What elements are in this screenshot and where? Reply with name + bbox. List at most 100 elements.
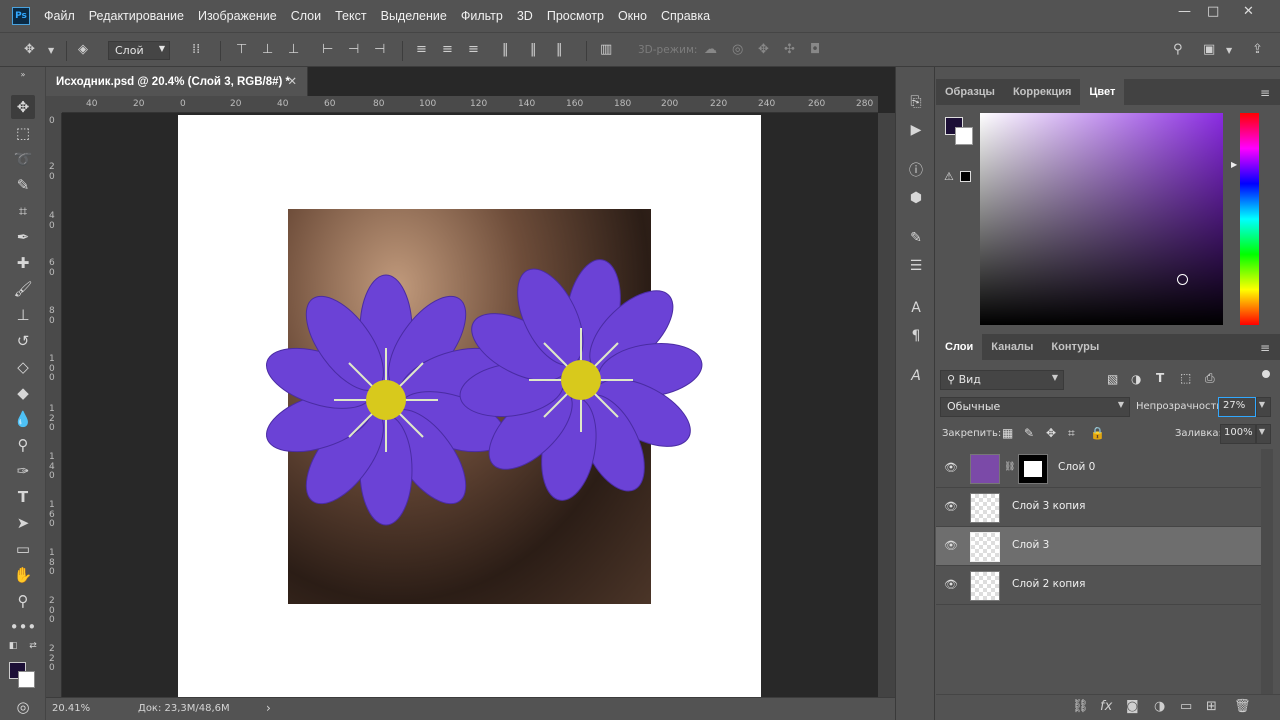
blend-mode-dropdown[interactable]: Обычные ▼ bbox=[940, 397, 1130, 417]
tab-swatches[interactable]: Образцы bbox=[936, 79, 1004, 105]
status-menu-arrow[interactable]: › bbox=[266, 701, 271, 715]
paragraph-icon[interactable]: ¶ bbox=[905, 325, 927, 347]
distribute-right-icon[interactable]: ‖ bbox=[556, 42, 563, 57]
marquee-tool-icon[interactable]: ⬚ bbox=[11, 121, 35, 145]
brush-settings-icon[interactable]: ✎ bbox=[905, 227, 927, 249]
hue-slider[interactable] bbox=[1240, 113, 1259, 325]
layer-name[interactable]: Слой 3 копия bbox=[1012, 500, 1085, 512]
auto-select-icon[interactable]: ◈ bbox=[78, 42, 88, 57]
document-tab[interactable]: Исходник.psd @ 20.4% (Слой 3, RGB/8#) * … bbox=[46, 67, 308, 96]
new-adjustment-layer-icon[interactable]: ◑ bbox=[1154, 699, 1165, 714]
glyphs-icon[interactable]: A bbox=[905, 365, 927, 387]
orbit-3d-icon[interactable]: ☁ bbox=[704, 42, 717, 57]
horizontal-ruler[interactable]: 40 20 0 20 40 60 80 100 120 140 160 180 … bbox=[62, 96, 878, 113]
layer-thumbnail[interactable] bbox=[970, 571, 1000, 601]
tab-paths[interactable]: Контуры bbox=[1042, 334, 1108, 360]
layer-filter-dropdown[interactable]: ⚲ Вид ▼ bbox=[940, 370, 1064, 390]
visibility-eye-icon[interactable]: 👁 bbox=[944, 500, 958, 513]
delete-layer-icon[interactable]: 🗑 bbox=[1234, 699, 1251, 714]
menu-filter[interactable]: Фильтр bbox=[461, 9, 503, 23]
ruler-corner[interactable] bbox=[46, 96, 62, 113]
paint-bucket-tool-icon[interactable]: ◆ bbox=[11, 381, 35, 405]
search-icon[interactable]: ⚲ bbox=[1173, 42, 1183, 57]
background-color-swatch[interactable] bbox=[18, 671, 35, 688]
fill-dropdown[interactable]: ▼ bbox=[1256, 424, 1271, 444]
share-icon[interactable]: ⇪ bbox=[1252, 42, 1263, 57]
auto-select-target-dropdown[interactable]: Слой ▼ bbox=[108, 41, 170, 60]
vertical-ruler[interactable]: 0 2 0 4 0 6 0 8 0 1 0 0 1 2 0 1 4 0 1 6 … bbox=[46, 113, 62, 697]
pen-tool-icon[interactable]: ✑ bbox=[11, 459, 35, 483]
lasso-tool-icon[interactable]: ➰ bbox=[11, 147, 35, 171]
lock-all-icon[interactable]: 🔒 bbox=[1090, 426, 1105, 440]
dodge-tool-icon[interactable]: ⚲ bbox=[11, 433, 35, 457]
align-hcenter-icon[interactable]: ⊣ bbox=[348, 42, 359, 57]
menu-select[interactable]: Выделение bbox=[381, 9, 447, 23]
chevron-down-icon[interactable]: ▼ bbox=[48, 46, 54, 55]
filter-type-icon[interactable]: T bbox=[1156, 371, 1164, 385]
layer-thumbnail[interactable] bbox=[970, 493, 1000, 523]
tab-layers[interactable]: Слои bbox=[936, 334, 983, 360]
menu-help[interactable]: Справка bbox=[661, 9, 710, 23]
zoom-level[interactable]: 20.41% bbox=[52, 703, 90, 714]
chevron-down-icon[interactable]: ▼ bbox=[1226, 46, 1232, 55]
distribute-left-icon[interactable]: ‖ bbox=[502, 42, 509, 57]
align-left-icon[interactable]: ⊢ bbox=[322, 42, 333, 57]
visibility-eye-icon[interactable]: 👁 bbox=[944, 461, 958, 474]
distribute-top-icon[interactable]: ≡ bbox=[416, 42, 427, 57]
panel-menu-icon[interactable]: ≡ bbox=[1260, 341, 1270, 355]
hue-slider-pointer-icon[interactable]: ▶ bbox=[1231, 160, 1237, 169]
lock-image-icon[interactable]: ✎ bbox=[1024, 426, 1034, 440]
gamut-warning-icon[interactable]: ⚠ bbox=[944, 170, 954, 183]
quick-selection-tool-icon[interactable]: ✎ bbox=[11, 173, 35, 197]
align-vcenter-icon[interactable]: ⊥ bbox=[262, 42, 273, 57]
3d-icon[interactable]: ⬢ bbox=[905, 187, 927, 209]
move-tool-icon[interactable]: ✥ bbox=[11, 95, 35, 119]
history-brush-tool-icon[interactable]: ↺ bbox=[11, 329, 35, 353]
filter-shape-icon[interactable]: ⬚ bbox=[1180, 371, 1191, 385]
opacity-input[interactable]: 27% bbox=[1218, 397, 1256, 417]
new-layer-icon[interactable]: ⊞ bbox=[1206, 699, 1217, 714]
web-safe-color-chip[interactable] bbox=[960, 171, 971, 182]
info-icon[interactable]: ⓘ bbox=[905, 159, 927, 181]
layer-row[interactable]: 👁 Слой 2 копия bbox=[936, 566, 1261, 605]
type-tool-icon[interactable]: T bbox=[11, 485, 35, 509]
zoom-tool-icon[interactable]: ⚲ bbox=[11, 589, 35, 613]
camera-3d-icon[interactable]: ◘ bbox=[810, 42, 820, 57]
swap-colors-icon[interactable]: ⇄ bbox=[28, 641, 38, 651]
tab-adjustments[interactable]: Коррекция bbox=[1004, 79, 1080, 105]
align-bottom-icon[interactable]: ⊥ bbox=[288, 42, 299, 57]
workspace-icon[interactable]: ▣ bbox=[1203, 42, 1215, 57]
layer-name[interactable]: Слой 3 bbox=[1012, 539, 1049, 551]
layer-row[interactable]: 👁 ⛓ Слой 0 bbox=[936, 449, 1261, 488]
menu-image[interactable]: Изображение bbox=[198, 9, 277, 23]
character-icon[interactable]: A bbox=[905, 297, 927, 319]
layer-thumbnail[interactable] bbox=[970, 454, 1000, 484]
maximize-button[interactable]: □ bbox=[1207, 4, 1219, 19]
minimize-button[interactable]: — bbox=[1178, 4, 1191, 19]
filter-adjustment-icon[interactable]: ◑ bbox=[1131, 372, 1141, 386]
lock-position-icon[interactable]: ✥ bbox=[1046, 426, 1056, 440]
eraser-tool-icon[interactable]: ◇ bbox=[11, 355, 35, 379]
crop-tool-icon[interactable]: ⌗ bbox=[11, 199, 35, 223]
move-tool-preset-icon[interactable]: ✥ bbox=[24, 42, 35, 57]
rectangle-tool-icon[interactable]: ▭ bbox=[11, 537, 35, 561]
add-mask-icon[interactable]: ◙ bbox=[1126, 699, 1139, 714]
brush-tool-icon[interactable]: 🖌 bbox=[11, 277, 35, 301]
close-window-button[interactable]: ✕ bbox=[1243, 4, 1254, 19]
distribute-hcenter-icon[interactable]: ‖ bbox=[530, 42, 537, 57]
layers-scrollbar[interactable] bbox=[1261, 449, 1273, 694]
path-selection-tool-icon[interactable]: ➤ bbox=[11, 511, 35, 535]
history-icon[interactable]: ⎘ bbox=[905, 91, 927, 113]
align-top-icon[interactable]: ⊤ bbox=[236, 42, 247, 57]
blur-tool-icon[interactable]: 💧 bbox=[11, 407, 35, 431]
clone-stamp-tool-icon[interactable]: ⊥ bbox=[11, 303, 35, 327]
menu-edit[interactable]: Редактирование bbox=[89, 9, 184, 23]
menu-3d[interactable]: 3D bbox=[517, 9, 533, 23]
auto-align-icon[interactable]: ▥ bbox=[600, 42, 612, 57]
layer-row[interactable]: 👁 Слой 3 копия bbox=[936, 488, 1261, 527]
menu-file[interactable]: Файл bbox=[44, 9, 75, 23]
link-chain-icon[interactable]: ⛓ bbox=[1004, 462, 1015, 472]
lock-transparent-icon[interactable]: ▦ bbox=[1002, 426, 1013, 440]
layer-name[interactable]: Слой 2 копия bbox=[1012, 578, 1085, 590]
close-tab-icon[interactable]: ✕ bbox=[287, 74, 297, 88]
